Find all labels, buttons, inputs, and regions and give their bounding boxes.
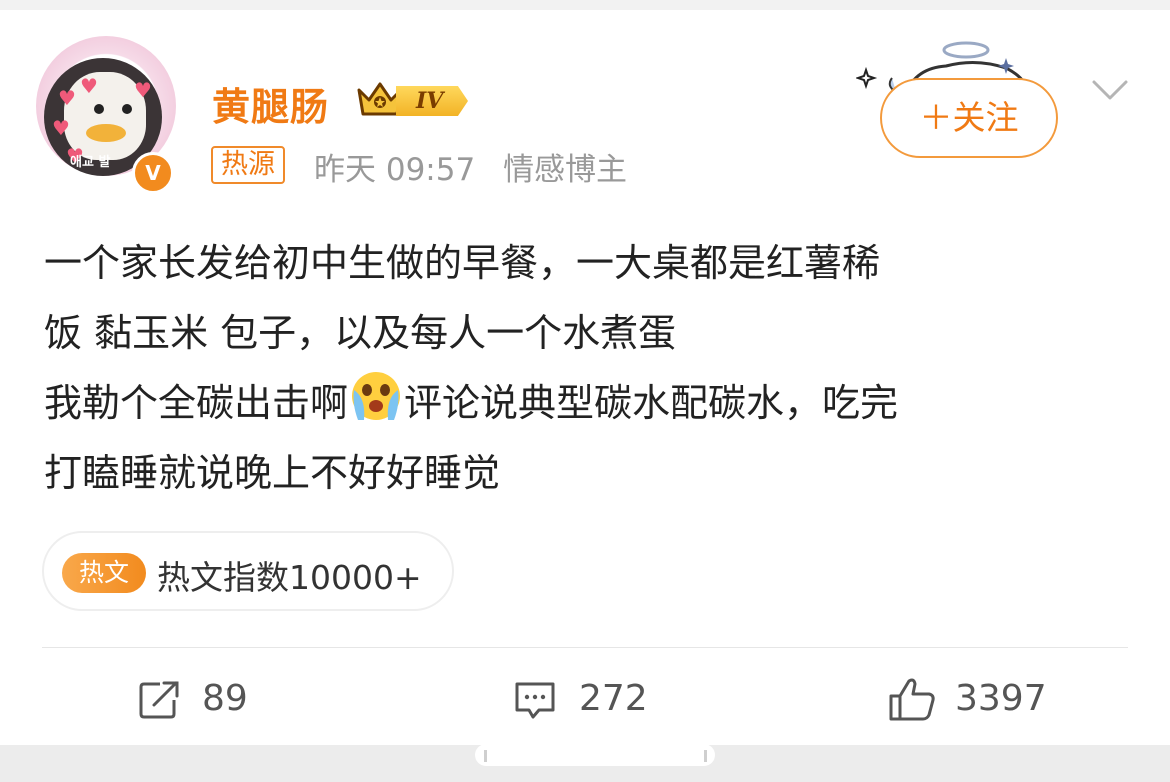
comment-button[interactable]: 272 xyxy=(513,676,663,726)
hot-source-tag[interactable]: 热源 xyxy=(211,146,285,184)
divider xyxy=(42,647,1128,648)
duck-eye-icon xyxy=(94,104,104,114)
post-meta: 昨天 09:57 情感博主 xyxy=(314,144,627,189)
post-text-line: 一个家长发给初中生做的早餐，一大桌都是红薯稀 xyxy=(44,241,881,285)
post-text-segment: 评论说典型碳水配碳水，吃完 xyxy=(404,381,899,425)
hot-article-badge: 热文 xyxy=(62,553,146,593)
follow-button[interactable]: ＋关注 xyxy=(880,78,1058,158)
hot-index-label: 热文指数10000+ xyxy=(157,558,422,597)
comment-count: 272 xyxy=(579,678,648,719)
post-card: ♥ ♥ ♥ ♥ ♥ 애교 발 V 黄腿肠 IV 热源 昨天 09:57 情感博主… xyxy=(0,10,1170,745)
repost-count: 89 xyxy=(202,678,248,719)
post-text-line: 我勒个全碳出击啊 评论说典型碳水配碳水，吃完 xyxy=(44,368,1134,438)
avatar-caption: 애교 발 xyxy=(70,155,111,170)
like-count: 3397 xyxy=(955,678,1047,719)
heart-icon: ♥ xyxy=(134,78,152,102)
duck-beak-icon xyxy=(86,124,126,142)
hot-index-chip[interactable]: 热文 热文指数10000+ xyxy=(42,531,454,611)
repost-button[interactable]: 89 xyxy=(138,676,268,726)
post-text-line: 打瞌睡就说晚上不好好睡觉 xyxy=(44,451,501,495)
post-text-segment: 我勒个全碳出击啊 xyxy=(44,381,349,425)
post-time: 昨天 09:57 xyxy=(314,152,476,188)
post-text-line: 饭 黏玉米 包子，以及每人一个水煮蛋 xyxy=(44,311,677,355)
heart-icon: ♥ xyxy=(58,86,76,110)
post-content: 一个家长发给初中生做的早餐，一大桌都是红薯稀 饭 黏玉米 包子，以及每人一个水煮… xyxy=(44,228,1134,508)
avatar[interactable]: ♥ ♥ ♥ ♥ ♥ 애교 발 V xyxy=(36,36,176,194)
username[interactable]: 黄腿肠 xyxy=(212,76,329,131)
crying-face-emoji-icon xyxy=(348,368,404,424)
repost-icon xyxy=(139,681,179,719)
heart-icon: ♥ xyxy=(80,74,98,98)
like-button[interactable]: 3397 xyxy=(887,676,1067,726)
heart-icon: ♥ xyxy=(52,116,70,140)
scroll-handle-icon[interactable] xyxy=(470,740,720,772)
verified-badge-icon: V xyxy=(132,152,174,194)
duck-eye-icon xyxy=(122,104,132,114)
comment-icon xyxy=(515,682,555,719)
thumbs-up-icon xyxy=(889,678,935,721)
chevron-down-icon[interactable] xyxy=(1090,76,1130,106)
level-badge: IV xyxy=(396,86,468,116)
post-category: 情感博主 xyxy=(503,152,628,188)
